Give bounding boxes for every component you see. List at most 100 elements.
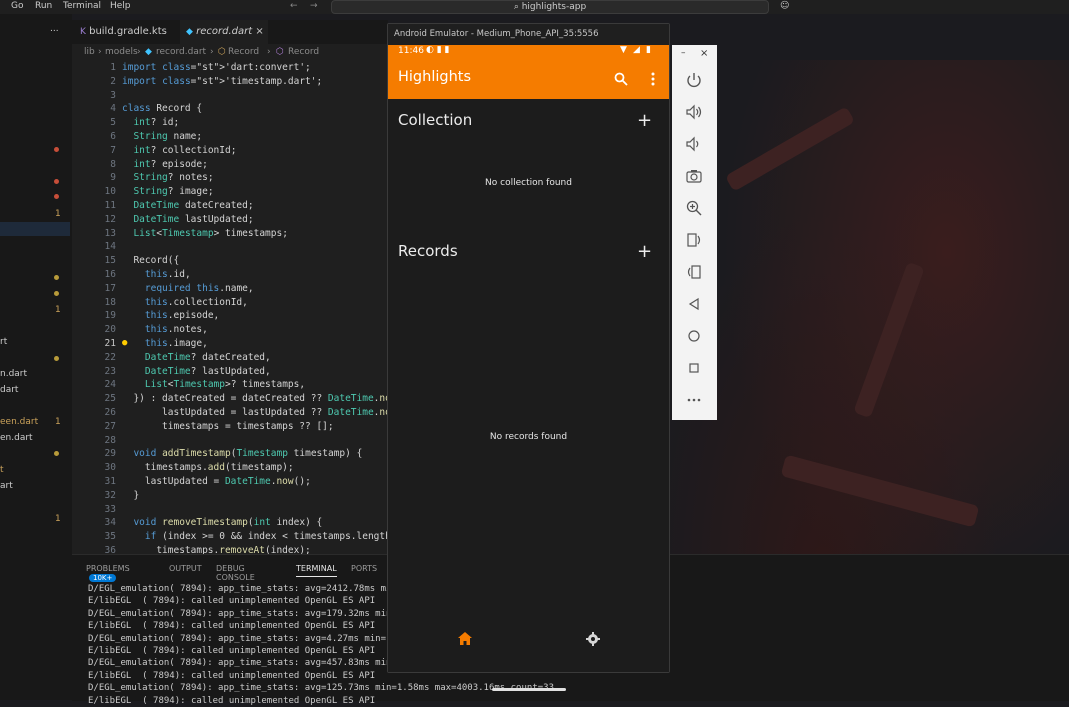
explorer-item[interactable]: t bbox=[0, 463, 70, 477]
error-dot bbox=[54, 147, 59, 152]
add-record-button[interactable]: + bbox=[637, 243, 652, 261]
phone-status-bar: 11:46 ◐ ▮ ▮ ▼ ◢ ▮ bbox=[388, 45, 669, 59]
explorer-item[interactable]: rt bbox=[0, 335, 70, 349]
tab-record-dart[interactable]: ◆ record.dart × bbox=[180, 20, 268, 44]
code-line: import class="st">'dart:convert'; bbox=[122, 62, 311, 73]
home-icon[interactable] bbox=[458, 632, 472, 645]
explorer-item-label: dart bbox=[0, 385, 19, 395]
app-screen: Collection + No collection found Records… bbox=[388, 99, 669, 691]
emulator-title-bar[interactable]: Android Emulator - Medium_Phone_API_35:5… bbox=[388, 24, 669, 45]
menu-go[interactable]: Go bbox=[11, 1, 23, 11]
code-line: timestamps.add(timestamp); bbox=[122, 462, 294, 474]
rotate-right-icon[interactable] bbox=[684, 262, 704, 282]
copilot-icon[interactable]: ☺ bbox=[780, 1, 789, 11]
more-horiz-icon[interactable] bbox=[684, 390, 704, 410]
command-center[interactable]: ⌕ highlights-app bbox=[331, 0, 769, 14]
line-number: 2 bbox=[110, 75, 116, 87]
breadcrumb-item[interactable]: models bbox=[105, 44, 138, 60]
home-circle-icon[interactable] bbox=[684, 326, 704, 346]
add-collection-button[interactable]: + bbox=[637, 112, 652, 130]
tab-build-gradle[interactable]: K build.gradle.kts bbox=[80, 20, 176, 44]
code-line: DateTime dateCreated; bbox=[133, 200, 254, 211]
more-actions-icon[interactable]: ... bbox=[50, 24, 59, 34]
code-line: this.id, bbox=[144, 269, 191, 280]
signal-icon: ◢ bbox=[633, 45, 640, 55]
line-number: 11 bbox=[104, 200, 116, 211]
explorer-item[interactable]: en.dart bbox=[0, 431, 70, 445]
emulator-side-toolbar: – × bbox=[672, 45, 717, 420]
explorer-item[interactable]: 1 bbox=[0, 207, 70, 221]
line-number: 9 bbox=[110, 172, 116, 184]
search-icon: ⌕ bbox=[513, 2, 522, 12]
editor-tabs: K build.gradle.kts ◆ record.dart × bbox=[72, 20, 388, 44]
breadcrumb-item[interactable]: lib bbox=[84, 44, 95, 60]
line-number: 4 bbox=[110, 103, 116, 115]
terminal-line: D/EGL_emulation( 7894): app_time_stats: … bbox=[88, 683, 554, 694]
chevron-right-icon: › bbox=[137, 47, 141, 57]
zoom-icon[interactable] bbox=[684, 198, 704, 218]
explorer-item-label: t bbox=[0, 465, 4, 475]
problem-badge: 1 bbox=[55, 514, 61, 524]
code-line: void addTimestamp(Timestamp timestamp) { bbox=[133, 448, 363, 460]
breadcrumb-item[interactable]: record.dart bbox=[156, 44, 206, 60]
overview-square-icon[interactable] bbox=[684, 358, 704, 378]
more-vert-icon[interactable] bbox=[651, 72, 655, 86]
breadcrumb-item[interactable]: Record bbox=[288, 44, 319, 60]
collection-title: Collection bbox=[398, 111, 473, 129]
code-line: String name; bbox=[133, 131, 203, 142]
explorer-item[interactable]: een.dart 1 bbox=[0, 415, 70, 429]
terminal-line: E/libEGL ( 7894): called unimplemented O… bbox=[88, 695, 376, 706]
code-line: int? episode; bbox=[133, 158, 208, 170]
close-icon[interactable]: × bbox=[700, 48, 708, 59]
code-line: lastUpdated = DateTime.now(); bbox=[122, 476, 311, 487]
code-line: List<Timestamp>? timestamps, bbox=[144, 379, 306, 391]
explorer-item[interactable]: n.dart bbox=[0, 367, 70, 381]
explorer-item-label: een.dart bbox=[0, 417, 39, 427]
explorer-sidebar: ... 1 1 rt n.dart dart een.dart 1 en.dart… bbox=[0, 14, 72, 700]
close-tab-icon[interactable]: × bbox=[255, 26, 263, 37]
volume-down-icon[interactable] bbox=[684, 134, 704, 154]
menu-run[interactable]: Run bbox=[35, 1, 52, 11]
minimize-icon[interactable]: – bbox=[681, 48, 686, 58]
status-notification-icons: ◐ ▮ ▮ bbox=[426, 45, 450, 55]
line-number: 17 bbox=[104, 282, 116, 294]
code-line: class Record { bbox=[122, 103, 203, 115]
dart-file-icon: ◆ bbox=[145, 47, 152, 57]
line-number: 18 bbox=[104, 296, 116, 308]
camera-icon[interactable] bbox=[684, 166, 704, 186]
menu-help[interactable]: Help bbox=[110, 1, 131, 11]
forward-arrow-icon[interactable]: → bbox=[310, 1, 318, 11]
explorer-item[interactable] bbox=[0, 222, 70, 236]
tab-debug-console[interactable]: DEBUG CONSOLE bbox=[216, 564, 255, 582]
breadcrumb-item[interactable]: Record bbox=[228, 44, 259, 60]
search-icon[interactable] bbox=[614, 72, 628, 86]
tab-output[interactable]: OUTPUT bbox=[169, 564, 202, 573]
code-line: Record({ bbox=[122, 255, 180, 267]
settings-gear-icon[interactable] bbox=[586, 632, 600, 646]
line-number: 16 bbox=[104, 269, 116, 280]
back-triangle-icon[interactable] bbox=[684, 294, 704, 314]
breadcrumb: lib › models › ◆ record.dart › ⬡ Record … bbox=[72, 44, 388, 60]
problem-badge: 1 bbox=[55, 209, 61, 219]
power-icon[interactable] bbox=[684, 70, 704, 90]
code-line: if (index >= 0 && index < timestamps.len… bbox=[144, 531, 388, 543]
explorer-item[interactable]: 1 bbox=[0, 303, 70, 317]
code-line: import class="st">'timestamp.dart'; bbox=[122, 75, 323, 87]
code-editor[interactable]: 1 import class="st">'dart:convert'; 2 impor… bbox=[72, 60, 388, 554]
back-arrow-icon[interactable]: ← bbox=[290, 1, 298, 11]
line-number: 15 bbox=[104, 255, 116, 267]
rotate-left-icon[interactable] bbox=[684, 230, 704, 250]
gesture-home-bar[interactable] bbox=[492, 688, 566, 691]
tab-ports[interactable]: PORTS bbox=[351, 564, 377, 573]
explorer-item[interactable]: 1 bbox=[0, 512, 70, 526]
code-line: List<Timestamp> timestamps; bbox=[133, 227, 288, 239]
chevron-right-icon: › bbox=[267, 47, 271, 57]
explorer-item[interactable]: dart bbox=[0, 383, 70, 397]
explorer-item[interactable]: art bbox=[0, 479, 70, 493]
menu-terminal[interactable]: Terminal bbox=[63, 1, 101, 11]
volume-up-icon[interactable] bbox=[684, 102, 704, 122]
lightbulb-icon[interactable]: ● bbox=[122, 338, 127, 348]
line-number: 25 bbox=[104, 393, 116, 405]
tab-terminal[interactable]: TERMINAL bbox=[296, 564, 337, 577]
tab-problems[interactable]: PROBLEMS10K+ bbox=[86, 564, 130, 582]
